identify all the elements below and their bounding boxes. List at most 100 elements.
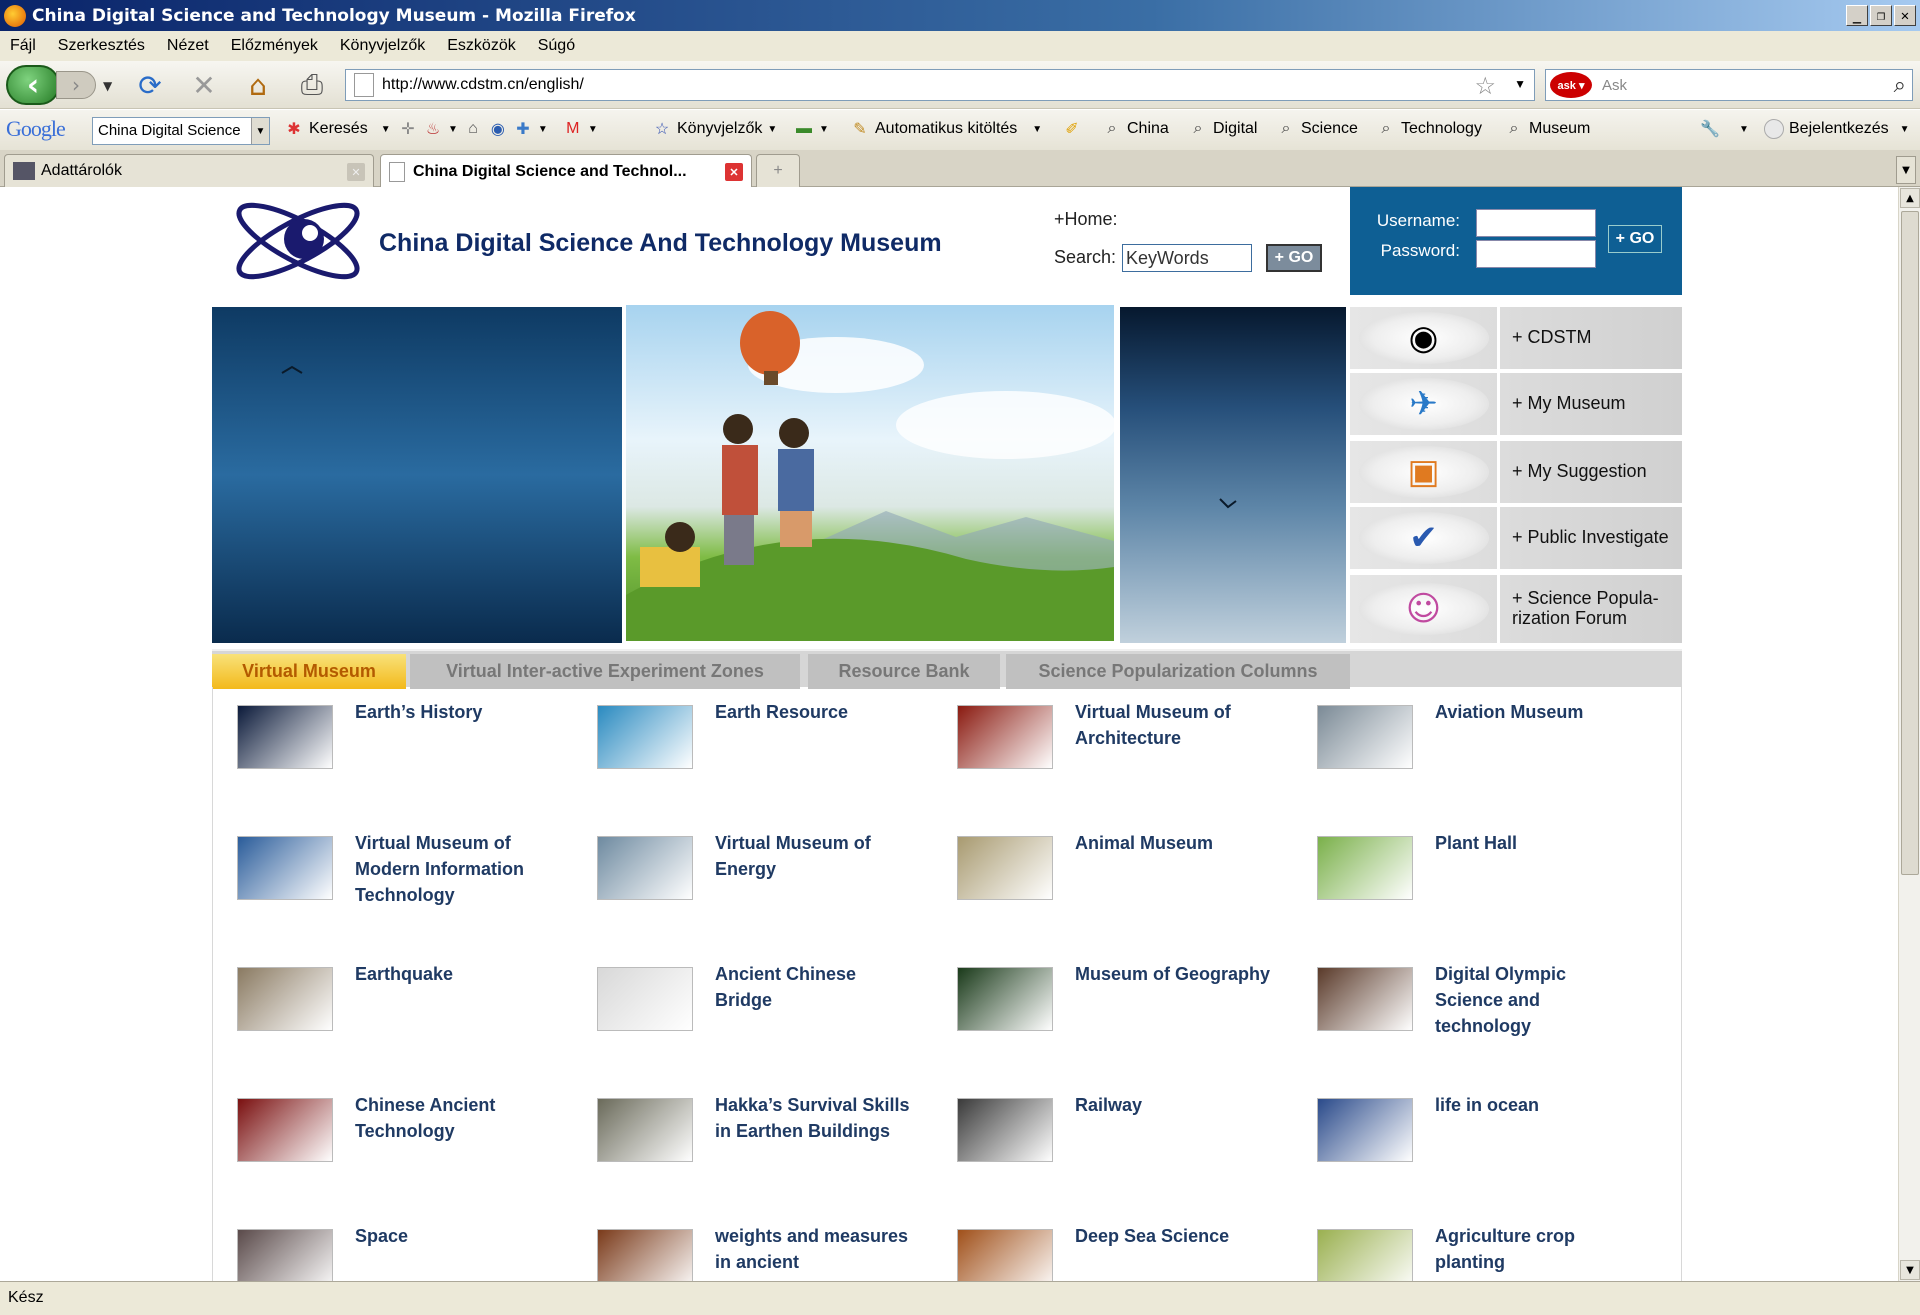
ask-logo-icon[interactable]: ask ▾	[1550, 72, 1592, 98]
tab-list-button[interactable]: ▼	[1896, 156, 1916, 184]
museum-item[interactable]: Hakka’s Survival Skills in Earthen Build…	[573, 1080, 923, 1200]
sidemenu-cdstm[interactable]: ◉ + CDSTM	[1350, 306, 1682, 371]
tab-resource-bank[interactable]: Resource Bank	[808, 654, 1000, 689]
login-go-button[interactable]: + GO	[1608, 225, 1662, 253]
back-button[interactable]: ‹	[6, 65, 60, 105]
museum-link[interactable]: Virtual Museum of Modern Information Tec…	[355, 830, 555, 908]
museum-thumbnail[interactable]	[1317, 1229, 1413, 1281]
museum-item[interactable]: Ancient Chinese Bridge	[573, 949, 923, 1069]
museum-item[interactable]: Space	[213, 1211, 563, 1281]
museum-item[interactable]: Virtual Museum of Energy	[573, 818, 923, 938]
museum-thumbnail[interactable]	[237, 705, 333, 769]
settings-button[interactable]: 🔧 ▼	[1700, 119, 1749, 139]
museum-item[interactable]: life in ocean	[1293, 1080, 1643, 1200]
menu-bookmarks[interactable]: Könyvjelzők	[329, 37, 436, 55]
minimize-button[interactable]: _	[1846, 5, 1868, 26]
chevron-down-icon[interactable]: ▼	[251, 118, 269, 144]
term-science[interactable]: ⌕ Science	[1276, 119, 1358, 139]
museum-item[interactable]: Digital Olympic Science and technology	[1293, 949, 1643, 1069]
museum-link[interactable]: Virtual Museum of Energy	[715, 830, 915, 882]
new-tab-button[interactable]: +	[756, 154, 800, 187]
museum-item[interactable]: Earth Resource	[573, 687, 923, 807]
home-link[interactable]: +Home:	[1054, 209, 1118, 230]
museum-thumbnail[interactable]	[957, 1229, 1053, 1281]
museum-thumbnail[interactable]	[1317, 705, 1413, 769]
sidemenu-science-forum[interactable]: ☺ + Science Popula- rization Forum	[1350, 575, 1682, 643]
museum-link[interactable]: Railway	[1075, 1092, 1275, 1118]
highlight-button[interactable]: ✐	[1062, 119, 1082, 139]
bookmark-star-icon[interactable]: ☆	[1474, 72, 1496, 101]
museum-link[interactable]: Plant Hall	[1435, 830, 1635, 856]
term-museum[interactable]: ⌕ Museum	[1504, 119, 1591, 139]
museum-item[interactable]: Plant Hall	[1293, 818, 1643, 938]
museum-thumbnail[interactable]	[597, 1098, 693, 1162]
museum-link[interactable]: Deep Sea Science	[1075, 1223, 1275, 1249]
menu-view[interactable]: Nézet	[156, 37, 220, 55]
tab-museum[interactable]: China Digital Science and Technol... ✕	[380, 154, 752, 188]
museum-thumbnail[interactable]	[597, 1229, 693, 1281]
tab-virtual-museum[interactable]: Virtual Museum	[212, 654, 406, 689]
reload-icon[interactable]: ⟳	[133, 69, 167, 102]
close-tab-icon[interactable]: ✕	[725, 163, 743, 181]
museum-link[interactable]: Virtual Museum of Architecture	[1075, 699, 1275, 751]
url-bar[interactable]: http://www.cdstm.cn/english/ ☆ ▼	[345, 69, 1535, 101]
museum-item[interactable]: Earth’s History	[213, 687, 563, 807]
museum-item[interactable]: Earthquake	[213, 949, 563, 1069]
museum-link[interactable]: Museum of Geography	[1075, 961, 1275, 987]
museum-thumbnail[interactable]	[237, 836, 333, 900]
print-icon[interactable]: ⎙	[295, 68, 329, 101]
tab-experiment-zones[interactable]: Virtual Inter-active Experiment Zones	[410, 654, 800, 689]
sidemenu-public-investigate[interactable]: ✔ + Public Investigate	[1350, 506, 1682, 571]
museum-thumbnail[interactable]	[1317, 1098, 1413, 1162]
history-dropdown-icon[interactable]: ▼	[103, 79, 112, 93]
forward-button[interactable]: ›	[56, 71, 96, 99]
museum-link[interactable]: life in ocean	[1435, 1092, 1635, 1118]
vertical-scrollbar[interactable]: ▲ ▼	[1898, 187, 1920, 1281]
museum-thumbnail[interactable]	[1317, 967, 1413, 1031]
museum-item[interactable]: Animal Museum	[933, 818, 1283, 938]
museum-link[interactable]: Ancient Chinese Bridge	[715, 961, 915, 1013]
tab-storage[interactable]: Adattárolók ✕	[4, 154, 374, 187]
museum-item[interactable]: Virtual Museum of Modern Information Tec…	[213, 818, 563, 938]
museum-thumbnail[interactable]	[237, 1098, 333, 1162]
stop-icon[interactable]: ✕	[187, 69, 221, 102]
museum-thumbnail[interactable]	[597, 967, 693, 1031]
google-search-button[interactable]: ✱ Keresés ▼	[284, 119, 390, 139]
scroll-up-icon[interactable]: ▲	[1900, 188, 1920, 208]
museum-item[interactable]: Chinese Ancient Technology	[213, 1080, 563, 1200]
museum-link[interactable]: Earth Resource	[715, 699, 915, 725]
home-icon[interactable]: ⌂	[241, 69, 275, 102]
museum-thumbnail[interactable]	[237, 1229, 333, 1281]
museum-item[interactable]: Agriculture crop planting	[1293, 1211, 1643, 1281]
museum-link[interactable]: Digital Olympic Science and technology	[1435, 961, 1635, 1039]
close-tab-icon[interactable]: ✕	[347, 163, 365, 181]
museum-thumbnail[interactable]	[957, 967, 1053, 1031]
museum-link[interactable]: Hakka’s Survival Skills in Earthen Build…	[715, 1092, 915, 1144]
term-china[interactable]: ⌕ China	[1102, 119, 1169, 139]
scrollbar-thumb[interactable]	[1901, 211, 1919, 875]
museum-thumbnail[interactable]	[1317, 836, 1413, 900]
keyword-search-input[interactable]	[1122, 244, 1252, 272]
museum-item[interactable]: Aviation Museum	[1293, 687, 1643, 807]
sidemenu-my-museum[interactable]: ✈ + My Museum	[1350, 372, 1682, 437]
term-technology[interactable]: ⌕ Technology	[1376, 119, 1482, 139]
signin-button[interactable]: Bejelentkezés ▼	[1764, 119, 1910, 139]
toolbar-options[interactable]: ✛ ♨ ▼ ⌂ ◉ ✚ ▼ M ▼	[398, 119, 597, 139]
museum-item[interactable]: Railway	[933, 1080, 1283, 1200]
menu-history[interactable]: Előzmények	[220, 37, 329, 55]
password-field[interactable]	[1476, 240, 1596, 268]
museum-thumbnail[interactable]	[597, 705, 693, 769]
museum-thumbnail[interactable]	[957, 836, 1053, 900]
bookmarks-button[interactable]: ☆ Könyvjelzők ▼	[652, 119, 777, 139]
museum-thumbnail[interactable]	[597, 836, 693, 900]
menu-help[interactable]: Súgó	[527, 37, 586, 55]
museum-item[interactable]: Virtual Museum of Architecture	[933, 687, 1283, 807]
museum-item[interactable]: weights and measures in ancient	[573, 1211, 923, 1281]
close-button[interactable]: ✕	[1894, 5, 1916, 26]
google-search-input[interactable]: China Digital Science ▼	[92, 117, 270, 145]
tab-science-columns[interactable]: Science Popularization Columns	[1006, 654, 1350, 689]
museum-link[interactable]: Space	[355, 1223, 555, 1249]
museum-link[interactable]: weights and measures in ancient	[715, 1223, 915, 1275]
museum-thumbnail[interactable]	[237, 967, 333, 1031]
search-box[interactable]: ask ▾ Ask ⌕	[1545, 69, 1913, 101]
